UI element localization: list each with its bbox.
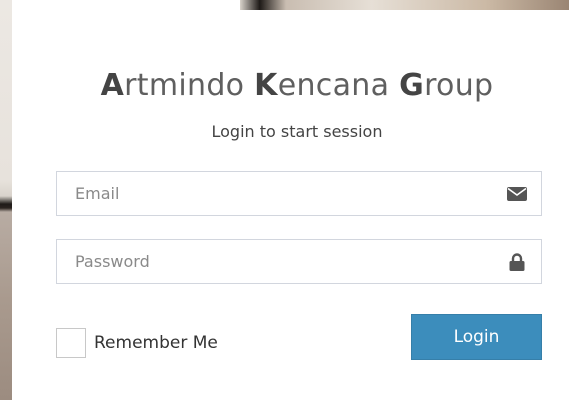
brand-word-1: rtmindo xyxy=(124,68,255,103)
login-button[interactable]: Login xyxy=(411,314,542,360)
email-input[interactable] xyxy=(57,172,505,215)
brand-word-2: encana xyxy=(277,68,400,103)
brand-initial-a: A xyxy=(100,68,125,103)
remember-me-label: Remember Me xyxy=(94,333,218,353)
remember-me-checkbox[interactable] xyxy=(56,328,86,358)
brand-title: Artmindo Kencana Group xyxy=(25,68,569,103)
envelope-icon xyxy=(507,185,527,203)
login-page: Artmindo Kencana Group Login to start se… xyxy=(0,0,569,400)
login-box: Artmindo Kencana Group Login to start se… xyxy=(25,10,569,400)
background-photo xyxy=(0,0,12,400)
brand-word-3: roup xyxy=(424,68,494,103)
password-input[interactable] xyxy=(57,240,505,283)
background-photo-top xyxy=(240,0,569,10)
lock-icon xyxy=(507,253,527,271)
brand-initial-k: K xyxy=(254,68,278,103)
email-field[interactable] xyxy=(56,171,542,216)
brand-initial-g: G xyxy=(399,68,425,103)
password-field[interactable] xyxy=(56,239,542,284)
login-subtitle: Login to start session xyxy=(211,122,383,141)
